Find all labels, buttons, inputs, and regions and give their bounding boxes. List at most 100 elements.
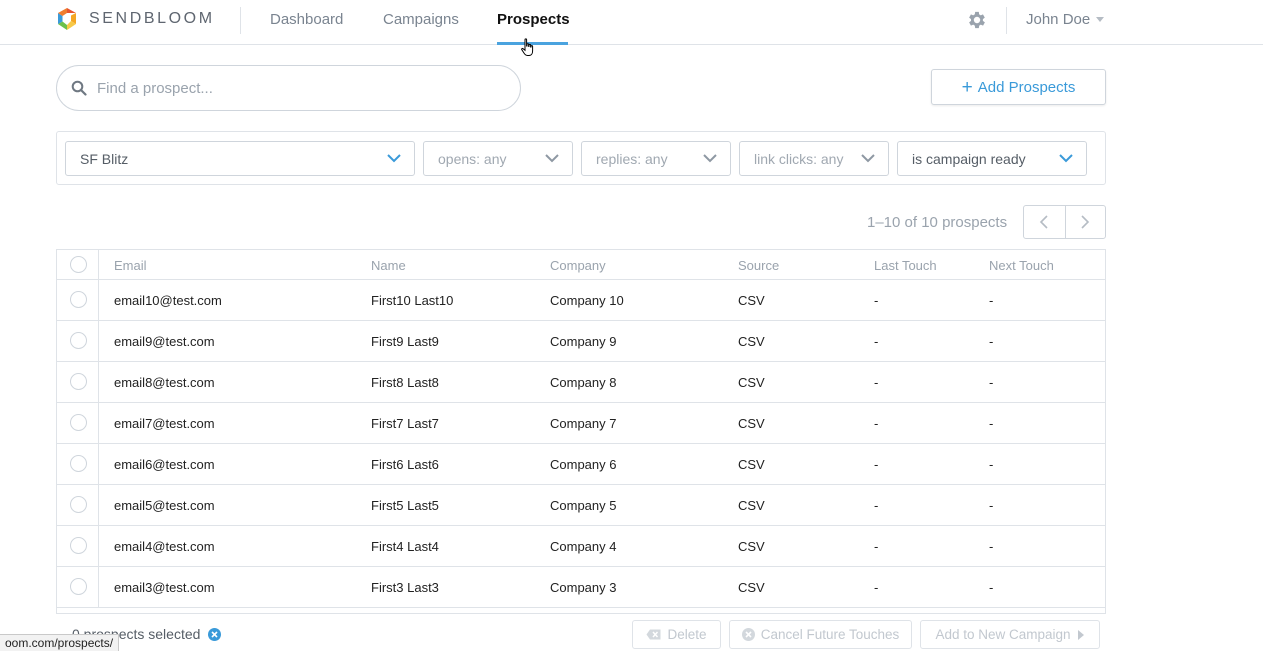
prospect-company: Company 5 bbox=[550, 498, 617, 513]
prospect-company: Company 7 bbox=[550, 416, 617, 431]
delete-label: Delete bbox=[667, 627, 707, 642]
chevron-down-icon bbox=[545, 154, 559, 163]
row-checkbox[interactable] bbox=[70, 537, 87, 554]
table-row[interactable]: email6@test.com First6 Last6 Company 6 C… bbox=[57, 444, 1105, 485]
search-input[interactable] bbox=[97, 79, 497, 97]
table-row[interactable]: email8@test.com First8 Last8 Company 8 C… bbox=[57, 362, 1105, 403]
row-checkbox[interactable] bbox=[70, 291, 87, 308]
prospect-next-touch: - bbox=[989, 539, 994, 554]
prospect-name: First3 Last3 bbox=[371, 580, 439, 595]
pagination-controls bbox=[1023, 205, 1106, 239]
prospects-table: Email Name Company Source Last Touch Nex… bbox=[56, 249, 1106, 613]
replies-filter-select[interactable]: replies: any bbox=[581, 141, 731, 176]
chevron-down-icon bbox=[861, 154, 875, 163]
delete-button[interactable]: Delete bbox=[632, 620, 721, 649]
prospect-last-touch: - bbox=[874, 498, 879, 513]
prospect-next-touch: - bbox=[989, 293, 994, 308]
opens-filter-select[interactable]: opens: any bbox=[423, 141, 573, 176]
row-checkbox[interactable] bbox=[70, 332, 87, 349]
column-header-name[interactable]: Name bbox=[371, 258, 406, 273]
prospect-name: First10 Last10 bbox=[371, 293, 454, 308]
row-checkbox[interactable] bbox=[70, 414, 87, 431]
cancel-future-touches-button[interactable]: Cancel Future Touches bbox=[729, 620, 912, 649]
chevron-left-icon bbox=[1040, 215, 1048, 229]
table-row[interactable]: email7@test.com First7 Last7 Company 7 C… bbox=[57, 403, 1105, 444]
table-row[interactable]: email4@test.com First4 Last4 Company 4 C… bbox=[57, 526, 1105, 567]
prospect-next-touch: - bbox=[989, 498, 994, 513]
chevron-right-icon bbox=[1081, 215, 1090, 229]
prospect-last-touch: - bbox=[874, 457, 879, 472]
user-name: John Doe bbox=[1026, 11, 1091, 28]
campaign-filter-value: SF Blitz bbox=[80, 150, 129, 167]
user-divider bbox=[1006, 7, 1007, 34]
prospect-source: CSV bbox=[738, 293, 765, 308]
add-prospects-button[interactable]: + Add Prospects bbox=[931, 69, 1106, 105]
next-page-button[interactable] bbox=[1064, 206, 1106, 238]
caret-down-icon bbox=[1096, 17, 1105, 22]
prospect-source: CSV bbox=[738, 580, 765, 595]
table-row[interactable]: email9@test.com First9 Last9 Company 9 C… bbox=[57, 321, 1105, 362]
column-header-company[interactable]: Company bbox=[550, 258, 606, 273]
add-to-new-campaign-label: Add to New Campaign bbox=[935, 627, 1071, 642]
prospect-email: email9@test.com bbox=[114, 334, 215, 349]
select-all-checkbox[interactable] bbox=[70, 256, 87, 273]
row-checkbox[interactable] bbox=[70, 455, 87, 472]
link-clicks-filter-select[interactable]: link clicks: any bbox=[739, 141, 889, 176]
hand-pointer-icon bbox=[521, 38, 534, 56]
select-all-cell bbox=[57, 250, 99, 279]
row-select-cell bbox=[57, 321, 99, 361]
column-header-email[interactable]: Email bbox=[114, 258, 147, 273]
prospect-search[interactable] bbox=[56, 65, 521, 111]
prospect-name: First8 Last8 bbox=[371, 375, 439, 390]
column-header-next-touch[interactable]: Next Touch bbox=[989, 258, 1054, 273]
row-checkbox[interactable] bbox=[70, 578, 87, 595]
row-select-cell bbox=[57, 362, 99, 402]
add-prospects-label: Add Prospects bbox=[977, 78, 1076, 96]
row-select-cell bbox=[57, 280, 99, 320]
gear-icon[interactable] bbox=[966, 9, 988, 31]
prospect-name: First9 Last9 bbox=[371, 334, 439, 349]
campaign-ready-filter-select[interactable]: is campaign ready bbox=[897, 141, 1087, 176]
prospect-company: Company 8 bbox=[550, 375, 617, 390]
table-row[interactable]: email3@test.com First3 Last3 Company 3 C… bbox=[57, 567, 1105, 608]
add-to-new-campaign-button[interactable]: Add to New Campaign bbox=[920, 620, 1100, 649]
prospect-last-touch: - bbox=[874, 416, 879, 431]
sendbloom-logo-icon bbox=[58, 8, 76, 30]
prospect-last-touch: - bbox=[874, 539, 879, 554]
row-checkbox[interactable] bbox=[70, 373, 87, 390]
nav-prospects[interactable]: Prospects bbox=[497, 11, 570, 28]
backspace-icon bbox=[646, 629, 661, 640]
column-header-source[interactable]: Source bbox=[738, 258, 779, 273]
row-select-cell bbox=[57, 403, 99, 443]
bulk-action-bar: 0 prospects selected Delete Cancel Futur… bbox=[56, 613, 1106, 651]
user-menu[interactable]: John Doe bbox=[1026, 11, 1105, 28]
prospect-email: email7@test.com bbox=[114, 416, 215, 431]
prospect-source: CSV bbox=[738, 498, 765, 513]
table-header: Email Name Company Source Last Touch Nex… bbox=[57, 250, 1105, 280]
prospect-next-touch: - bbox=[989, 457, 994, 472]
replies-filter-value: replies: any bbox=[596, 150, 668, 167]
prospect-company: Company 4 bbox=[550, 539, 617, 554]
table-row[interactable]: email5@test.com First5 Last5 Company 5 C… bbox=[57, 485, 1105, 526]
chevron-down-icon bbox=[387, 154, 401, 163]
clear-selection-icon[interactable] bbox=[208, 627, 222, 641]
row-checkbox[interactable] bbox=[70, 496, 87, 513]
prospect-email: email3@test.com bbox=[114, 580, 215, 595]
previous-page-button[interactable] bbox=[1024, 206, 1065, 238]
browser-status-url: oom.com/prospects/ bbox=[0, 634, 120, 651]
prospect-last-touch: - bbox=[874, 334, 879, 349]
prospect-company: Company 9 bbox=[550, 334, 617, 349]
prospect-next-touch: - bbox=[989, 334, 994, 349]
prospect-name: First5 Last5 bbox=[371, 498, 439, 513]
prospect-company: Company 6 bbox=[550, 457, 617, 472]
nav-campaigns[interactable]: Campaigns bbox=[383, 11, 459, 28]
campaign-filter-select[interactable]: SF Blitz bbox=[65, 141, 415, 176]
top-navigation-bar: SENDBLOOM Dashboard Campaigns Prospects … bbox=[0, 0, 1263, 56]
prospect-next-touch: - bbox=[989, 416, 994, 431]
nav-dashboard[interactable]: Dashboard bbox=[270, 11, 343, 28]
table-row[interactable]: email10@test.com First10 Last10 Company … bbox=[57, 280, 1105, 321]
brand-logo[interactable]: SENDBLOOM bbox=[56, 7, 215, 31]
chevron-down-icon bbox=[1059, 154, 1073, 163]
column-header-last-touch[interactable]: Last Touch bbox=[874, 258, 937, 273]
prospect-email: email5@test.com bbox=[114, 498, 215, 513]
